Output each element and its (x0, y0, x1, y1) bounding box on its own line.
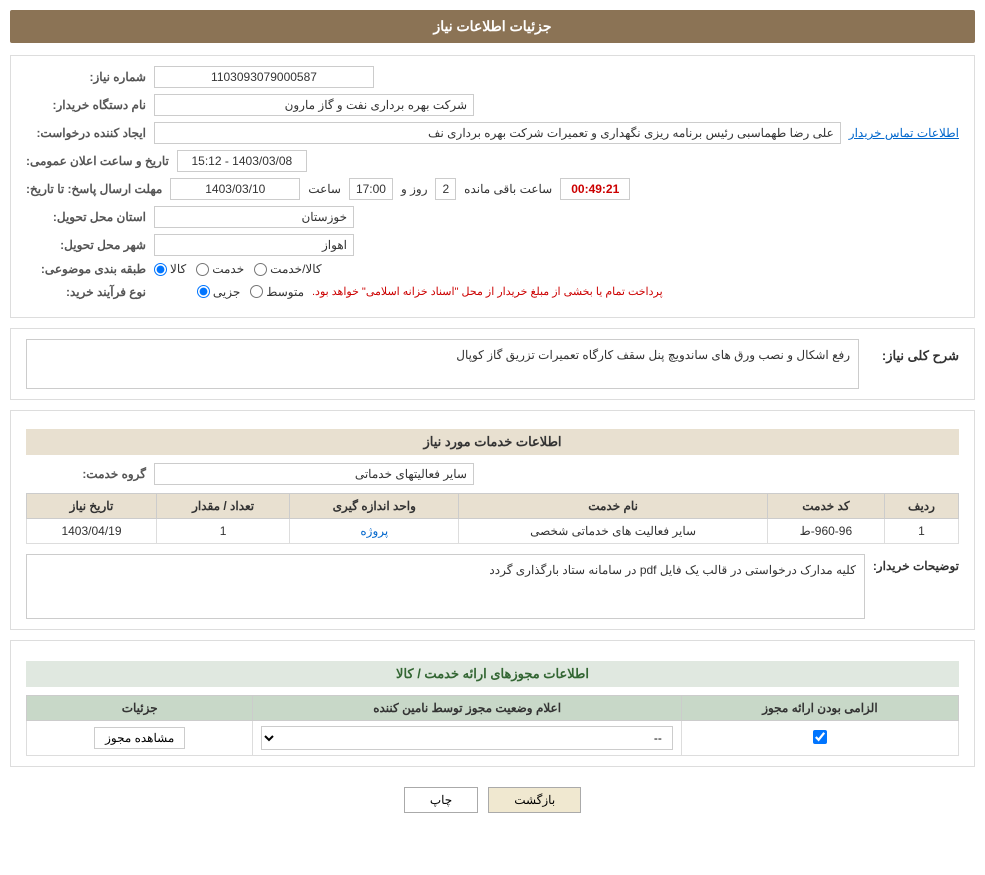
city-label: شهر محل تحویل: (26, 238, 146, 252)
deadline-days: 2 (435, 178, 456, 200)
contact-link[interactable]: اطلاعات تماس خریدار (849, 126, 959, 140)
buyer-notes-label: توضیحات خریدار: (873, 554, 959, 573)
purchase-type-medium[interactable]: متوسط (250, 285, 304, 299)
category-khidmat[interactable]: خدمت (196, 262, 244, 276)
need-description-value: رفع اشکال و نصب ورق های ساندویچ پنل سقف … (26, 339, 859, 389)
cell-row: 1 (884, 519, 958, 544)
purchase-type-medium-radio[interactable] (250, 285, 263, 298)
creator-value: علی رضا طهماسبی رئیس برنامه ریزی نگهداری… (154, 122, 841, 144)
permits-title: اطلاعات مجوزهای ارائه خدمت / کالا (26, 661, 959, 687)
service-group-value: سایر فعالیتهای خدماتی (154, 463, 474, 485)
buyer-notes-value: کلیه مدارک درخواستی در قالب یک فایل pdf … (26, 554, 865, 619)
permits-status-select[interactable]: -- (261, 726, 672, 750)
permits-required-checkbox[interactable] (813, 730, 827, 744)
col-qty: تعداد / مقدار (156, 494, 289, 519)
category-label: طبقه بندی موضوعی: (26, 262, 146, 276)
creator-label: ایجاد کننده درخواست: (26, 126, 146, 140)
table-row: 1 960-96-ط سایر فعالیت های خدماتی شخصی پ… (27, 519, 959, 544)
deadline-label: مهلت ارسال پاسخ: تا تاریخ: (26, 182, 162, 196)
deadline-date: 1403/03/10 (170, 178, 300, 200)
countdown-label: ساعت باقی مانده (464, 182, 552, 196)
col-date: تاریخ نیاز (27, 494, 157, 519)
announce-value: 1403/03/08 - 15:12 (177, 150, 307, 172)
buyer-org-label: نام دستگاه خریدار: (26, 98, 146, 112)
deadline-day-label: روز و (401, 182, 428, 196)
category-kala-khidmat[interactable]: کالا/خدمت (254, 262, 321, 276)
services-section-title: اطلاعات خدمات مورد نیاز (26, 429, 959, 455)
permits-col-status: اعلام وضعیت مجوز توسط نامین کننده (253, 696, 681, 721)
permits-required-cell (681, 721, 958, 756)
permits-col-required: الزامی بودن ارائه مجوز (681, 696, 958, 721)
print-button[interactable]: چاپ (404, 787, 478, 813)
permits-status-cell[interactable]: -- (253, 721, 681, 756)
category-kala-khidmat-radio[interactable] (254, 263, 267, 276)
permits-detail-cell[interactable]: مشاهده مجوز (27, 721, 253, 756)
city-value: اهواز (154, 234, 354, 256)
col-unit: واحد اندازه گیری (290, 494, 459, 519)
permits-row: -- مشاهده مجوز (27, 721, 959, 756)
need-description-title: شرح کلی نیاز: (869, 343, 959, 364)
need-number-label: شماره نیاز: (26, 70, 146, 84)
col-name: نام خدمت (459, 494, 768, 519)
services-table: ردیف کد خدمت نام خدمت واحد اندازه گیری ت… (26, 493, 959, 544)
buyer-org-value: شرکت بهره برداری نفت و گاز مارون (154, 94, 474, 116)
need-number-value: 1103093079000587 (154, 66, 374, 88)
category-kala-radio[interactable] (154, 263, 167, 276)
purchase-type-label: نوع فرآیند خرید: (26, 285, 146, 299)
countdown-value: 00:49:21 (560, 178, 630, 200)
view-permit-button[interactable]: مشاهده مجوز (94, 727, 185, 749)
purchase-type-partial-label: جزیی (213, 285, 240, 299)
col-row: ردیف (884, 494, 958, 519)
announce-label: تاریخ و ساعت اعلان عمومی: (26, 154, 169, 168)
purchase-type-note: پرداخت تمام یا بخشی از مبلغ خریدار از مح… (312, 282, 663, 301)
province-label: استان محل تحویل: (26, 210, 146, 224)
province-value: خوزستان (154, 206, 354, 228)
category-kala-label: کالا (170, 262, 186, 276)
deadline-time-label: ساعت (308, 182, 341, 196)
permits-table: الزامی بودن ارائه مجوز اعلام وضعیت مجوز … (26, 695, 959, 756)
category-options: کالا/خدمت خدمت کالا (154, 262, 322, 276)
deadline-time: 17:00 (349, 178, 393, 200)
back-button[interactable]: بازگشت (488, 787, 581, 813)
service-group-label: گروه خدمت: (26, 467, 146, 481)
purchase-type-partial[interactable]: جزیی (197, 285, 240, 299)
page-header: جزئیات اطلاعات نیاز (10, 10, 975, 43)
cell-unit: پروژه (290, 519, 459, 544)
col-code: کد خدمت (767, 494, 884, 519)
purchase-type-options: متوسط جزیی (154, 285, 304, 299)
category-kala[interactable]: کالا (154, 262, 186, 276)
category-kala-khidmat-label: کالا/خدمت (270, 262, 321, 276)
bottom-buttons: بازگشت چاپ (10, 787, 975, 813)
cell-qty: 1 (156, 519, 289, 544)
page-title: جزئیات اطلاعات نیاز (433, 18, 551, 34)
cell-code: 960-96-ط (767, 519, 884, 544)
category-khidmat-radio[interactable] (196, 263, 209, 276)
purchase-type-partial-radio[interactable] (197, 285, 210, 298)
purchase-type-medium-label: متوسط (266, 285, 304, 299)
cell-date: 1403/04/19 (27, 519, 157, 544)
category-khidmat-label: خدمت (212, 262, 244, 276)
permits-col-details: جزئیات (27, 696, 253, 721)
cell-name: سایر فعالیت های خدماتی شخصی (459, 519, 768, 544)
